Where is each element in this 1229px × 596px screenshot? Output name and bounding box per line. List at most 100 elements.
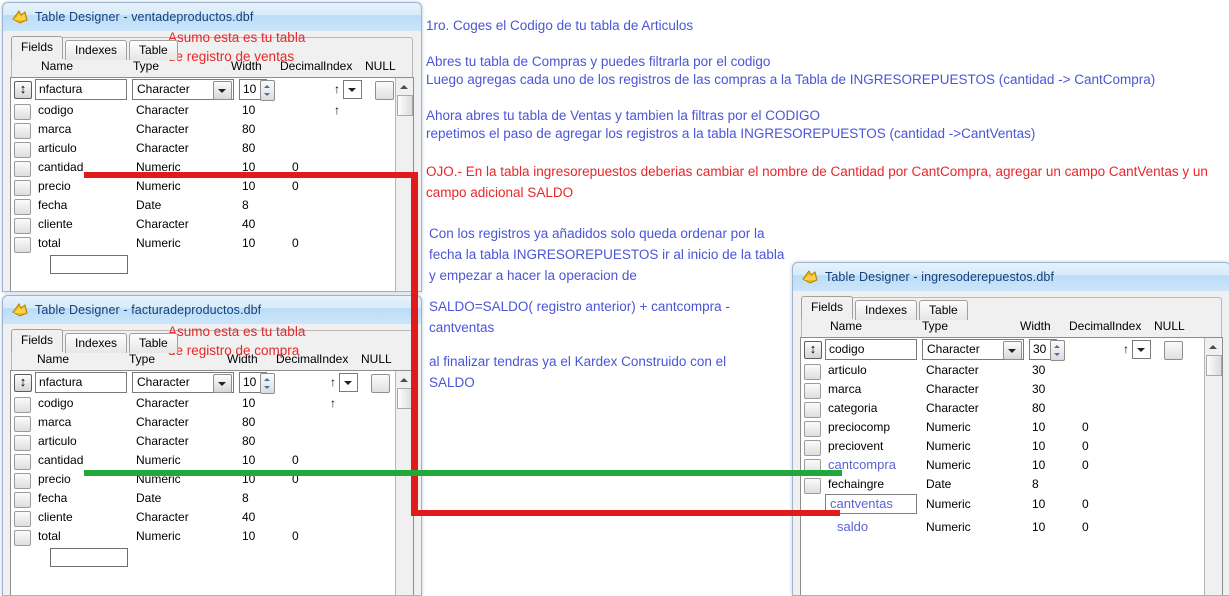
row-selector[interactable] (804, 421, 821, 437)
table-row[interactable]: marca Character 80 (11, 120, 396, 139)
table-row[interactable]: fecha Date 8 (11, 489, 396, 508)
table-row[interactable]: marca Character 80 (11, 413, 396, 432)
chevron-down-icon[interactable] (213, 81, 232, 100)
table-row[interactable]: preciocomp Numeric 10 0 (801, 418, 1205, 437)
table-row[interactable]: preciovent Numeric 10 0 (801, 437, 1205, 456)
table-row[interactable]: codigo Character 10 ↑ (11, 394, 396, 413)
row-selector[interactable] (14, 161, 31, 177)
new-field-name-input[interactable] (50, 548, 128, 567)
row-selector[interactable] (14, 142, 31, 158)
row-selector[interactable] (14, 218, 31, 234)
row-selector[interactable] (804, 340, 822, 359)
table-row-new[interactable] (11, 253, 396, 274)
row-selector[interactable] (14, 397, 31, 413)
row-selector[interactable] (804, 402, 821, 418)
row-selector[interactable] (14, 530, 31, 546)
field-width-stepper[interactable] (260, 80, 275, 101)
field-null-checkbox[interactable] (371, 374, 390, 393)
tabs-2[interactable]: Fields Indexes Table (11, 329, 180, 353)
titlebar-ingresoderepuestos[interactable]: Table Designer - ingresoderepuestos.dbf (793, 263, 1229, 292)
table-row[interactable]: articulo Character 80 (11, 432, 396, 451)
row-selector[interactable] (14, 473, 31, 489)
table-row[interactable]: cliente Character 40 (11, 508, 396, 527)
field-type-select[interactable]: Character (132, 372, 234, 393)
titlebar-facturadeproductos[interactable]: Table Designer - facturadeproductos.dbf (3, 296, 421, 325)
index-ascending-icon[interactable]: ↑ (330, 375, 336, 389)
table-row[interactable]: codigo Character 10 ↑ (11, 101, 396, 120)
index-order-select[interactable] (1132, 340, 1151, 359)
row-selector[interactable] (14, 492, 31, 508)
row-selector[interactable] (804, 440, 821, 456)
tab-table[interactable]: Table (919, 300, 968, 320)
table-row[interactable]: cantventas Numeric 10 0 (801, 494, 1205, 515)
scroll-up-icon[interactable] (1205, 338, 1221, 354)
table-row[interactable]: articulo Character 30 (801, 361, 1205, 380)
table-row[interactable]: fecha Date 8 (11, 196, 396, 215)
field-width-stepper[interactable] (260, 373, 275, 394)
field-width-stepper[interactable] (1050, 340, 1065, 361)
table-row-active[interactable]: nfactura Character 10 ↑ (11, 78, 396, 101)
field-null-checkbox[interactable] (375, 81, 394, 100)
tab-fields[interactable]: Fields (11, 329, 64, 352)
field-name-input[interactable]: codigo (825, 339, 917, 360)
field-name-input[interactable]: nfactura (35, 372, 127, 393)
grid-scrollbar-3[interactable] (1204, 338, 1222, 595)
field-type-select[interactable]: Character (922, 339, 1024, 360)
row-selector[interactable] (14, 80, 32, 99)
row-selector[interactable] (14, 104, 31, 120)
chevron-down-icon[interactable] (213, 374, 232, 393)
tab-table[interactable]: Table (129, 40, 178, 60)
table-row[interactable]: fechaingre Date 8 (801, 475, 1205, 494)
scroll-up-icon[interactable] (396, 371, 412, 387)
table-row[interactable]: marca Character 30 (801, 380, 1205, 399)
chevron-down-icon[interactable] (1003, 341, 1022, 360)
table-row[interactable]: cantidad Numeric 10 0 (11, 451, 396, 470)
row-selector[interactable] (14, 199, 31, 215)
table-row[interactable]: total Numeric 10 0 (11, 527, 396, 546)
tab-table[interactable]: Table (129, 333, 178, 353)
row-selector[interactable] (804, 364, 821, 380)
field-name-input[interactable]: nfactura (35, 79, 127, 100)
fields-grid-2[interactable]: nfactura Character 10 ↑ codigo Character (10, 370, 414, 595)
row-selector[interactable] (14, 237, 31, 253)
tab-fields[interactable]: Fields (801, 296, 854, 319)
index-ascending-icon[interactable]: ↑ (1123, 342, 1129, 356)
row-selector[interactable] (804, 383, 821, 399)
fields-grid-1[interactable]: nfactura Character 10 ↑ codigo Character (10, 77, 414, 291)
row-selector[interactable] (14, 454, 31, 470)
tab-indexes[interactable]: Indexes (855, 300, 918, 320)
index-order-select[interactable] (339, 373, 358, 392)
fields-grid-3[interactable]: codigo Character 30 ↑ articulo Character (800, 337, 1223, 595)
tabs-3[interactable]: Fields Indexes Table (801, 296, 970, 320)
table-row[interactable]: saldo Numeric 10 0 (801, 515, 1205, 537)
scroll-up-icon[interactable] (396, 78, 412, 94)
table-row[interactable]: categoria Character 80 (801, 399, 1205, 418)
index-ascending-icon[interactable]: ↑ (334, 82, 340, 96)
row-selector[interactable] (14, 373, 32, 392)
table-row[interactable]: cantcompra Numeric 10 0 (801, 456, 1205, 475)
row-selector[interactable] (14, 180, 31, 196)
scroll-thumb[interactable] (397, 95, 413, 116)
tab-fields[interactable]: Fields (11, 36, 64, 59)
table-row[interactable]: precio Numeric 10 0 (11, 177, 396, 196)
row-selector[interactable] (14, 435, 31, 451)
scroll-thumb[interactable] (1206, 355, 1222, 376)
table-row-active[interactable]: nfactura Character 10 ↑ (11, 371, 396, 394)
row-selector[interactable] (804, 478, 821, 494)
table-row-active[interactable]: codigo Character 30 ↑ (801, 338, 1205, 361)
table-row[interactable]: total Numeric 10 0 (11, 234, 396, 253)
tabs-1[interactable]: Fields Indexes Table (11, 36, 180, 60)
tab-indexes[interactable]: Indexes (65, 333, 128, 353)
table-row[interactable]: articulo Character 80 (11, 139, 396, 158)
tab-indexes[interactable]: Indexes (65, 40, 128, 60)
table-row[interactable]: cliente Character 40 (11, 215, 396, 234)
table-row-new[interactable] (11, 546, 396, 567)
row-selector[interactable] (14, 123, 31, 139)
row-selector[interactable] (14, 416, 31, 432)
field-null-checkbox[interactable] (1164, 341, 1183, 360)
new-field-name-input[interactable] (50, 255, 128, 274)
window-ingresoderepuestos[interactable]: Table Designer - ingresoderepuestos.dbf … (792, 262, 1229, 596)
index-order-select[interactable] (343, 80, 362, 99)
field-type-select[interactable]: Character (132, 79, 234, 100)
row-selector[interactable] (14, 511, 31, 527)
